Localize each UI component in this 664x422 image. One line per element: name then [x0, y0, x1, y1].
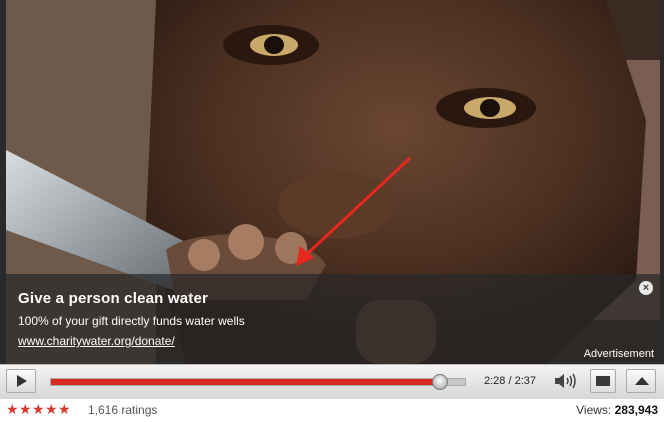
views-number: 283,943	[614, 403, 658, 417]
screen-size-icon	[596, 376, 610, 386]
close-icon[interactable]: ×	[639, 281, 653, 295]
fullscreen-icon	[635, 377, 649, 385]
progress-bar[interactable]	[50, 374, 466, 390]
play-icon	[17, 375, 27, 387]
video-player: Give a person clean water 100% of your g…	[0, 0, 664, 399]
star-icon[interactable]: ★	[58, 401, 71, 418]
video-meta: ★★★★★ 1,616 ratings Views: 283,943	[0, 398, 664, 422]
views-label: Views:	[576, 403, 612, 417]
ad-title[interactable]: Give a person clean water	[18, 290, 208, 307]
volume-icon	[555, 373, 576, 389]
ad-description: 100% of your gift directly funds water w…	[18, 314, 245, 328]
player-controls: 2:28 / 2:37	[0, 364, 664, 399]
progress-fill	[51, 379, 441, 385]
ad-overlay[interactable]: Give a person clean water 100% of your g…	[6, 274, 660, 364]
volume-button[interactable]	[552, 369, 578, 393]
star-icon[interactable]: ★	[19, 401, 32, 418]
ad-label: Advertisement	[583, 348, 654, 360]
star-icon[interactable]: ★	[45, 401, 58, 418]
star-icon[interactable]: ★	[6, 401, 19, 418]
video-frame[interactable]: Give a person clean water 100% of your g…	[6, 0, 660, 364]
progress-handle[interactable]	[432, 374, 449, 390]
screen-size-button[interactable]	[590, 369, 616, 393]
ad-link[interactable]: www.charitywater.org/donate/	[18, 334, 175, 348]
play-button[interactable]	[6, 369, 36, 393]
fullscreen-button[interactable]	[626, 369, 656, 393]
star-icon[interactable]: ★	[32, 401, 45, 418]
rating-stars[interactable]: ★★★★★	[6, 401, 71, 418]
ratings-count: 1,616 ratings	[88, 403, 158, 417]
time-display: 2:28 / 2:37	[484, 375, 536, 387]
view-count: Views: 283,943	[576, 403, 658, 417]
